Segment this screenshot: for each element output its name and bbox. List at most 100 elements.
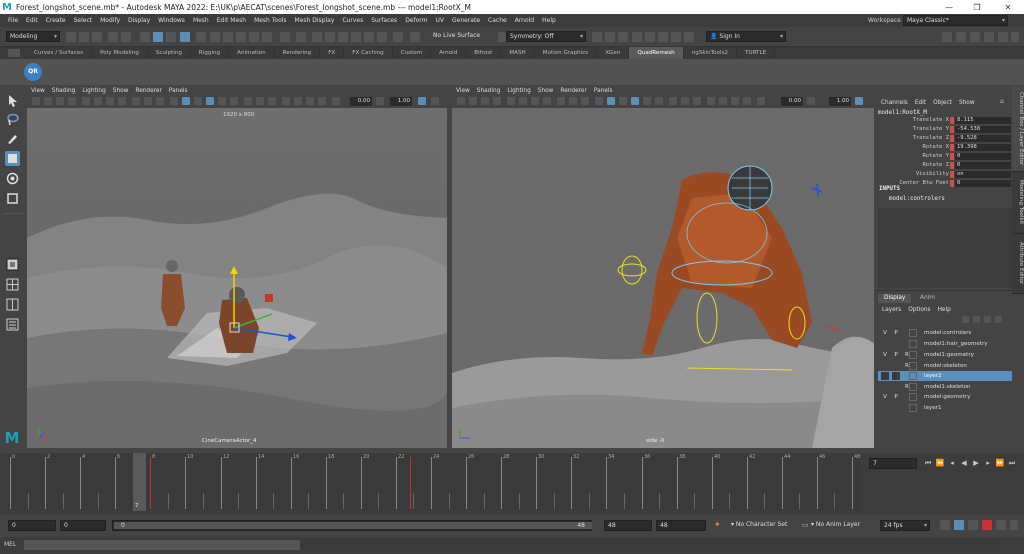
left-viewport[interactable]: 1920 x 800 CineCameraActor_4 [27,108,447,448]
maximize-button[interactable]: ❐ [962,0,992,14]
sign-in-dropdown[interactable]: 👤 Sign In ▾ [706,31,786,42]
menu-mesh-display[interactable]: Mesh Display [295,17,335,24]
toggle-channel-icon[interactable] [645,32,655,42]
right-vp-menu-show[interactable]: Show [538,88,554,94]
magnet-icon[interactable] [393,32,403,42]
textured-icon[interactable] [206,97,214,105]
playback-toggle[interactable] [892,383,900,391]
step-forward-frame-icon[interactable]: ▸ [983,458,993,468]
menu-uv[interactable]: UV [436,17,445,24]
safe-title-icon[interactable] [156,97,164,105]
attr-value[interactable]: 0 [955,162,1011,169]
left-vp-menu-view[interactable]: View [31,88,45,94]
toggle-hypergraph-icon[interactable] [684,32,694,42]
channels-edit-menu[interactable]: Edit [915,100,926,106]
fps-dropdown[interactable]: 24 fps ▾ [880,520,930,531]
shelf-tab-rigging[interactable]: Rigging [191,47,230,59]
menu-edit-mesh[interactable]: Edit Mesh [217,17,246,24]
textured-icon[interactable] [631,97,639,105]
current-time-indicator[interactable]: 7 [133,453,146,511]
pick-mask-icon[interactable] [196,32,206,42]
help-menu[interactable]: Help [938,307,951,313]
ambient-occlusion-icon[interactable] [244,97,252,105]
select-component-icon[interactable] [166,32,176,42]
isolate-select-icon[interactable] [707,97,715,105]
playback-start-field[interactable]: 0 [60,520,106,531]
playback-toggle[interactable] [892,340,900,348]
menu-create[interactable]: Create [46,17,66,24]
lights-icon[interactable] [643,97,651,105]
xray-components-icon[interactable] [318,97,326,105]
attr-translate-z[interactable]: Translate Z -9.528 [878,135,1013,143]
shelf-tab-mash[interactable]: MASH [501,47,535,59]
layer-color-swatch[interactable] [909,393,917,401]
move-tool-icon[interactable] [5,151,20,166]
toggle-outliner-icon[interactable] [671,32,681,42]
select-hierarchy-icon[interactable] [140,32,150,42]
snap-view-plane-icon[interactable] [249,32,259,42]
modeling-toggle-icon[interactable] [1011,32,1019,42]
resolution-gate-icon[interactable] [531,97,539,105]
visibility-toggle[interactable] [881,340,889,348]
safe-action-icon[interactable] [569,97,577,105]
layer-row[interactable]: Rmodel:skeleton [878,361,1012,371]
safe-action-icon[interactable] [144,97,152,105]
grid-icon[interactable] [507,97,515,105]
shelf-tab-bifrost[interactable]: Bifrost [466,47,502,59]
symmetry-dropdown[interactable]: Symmetry: Off ▾ [506,31,586,42]
layer-color-swatch[interactable] [909,362,917,370]
play-backwards-icon[interactable]: ◀ [959,458,969,468]
shadows-icon[interactable] [230,97,238,105]
shelf-tab-poly-modeling[interactable]: Poly Modeling [92,47,148,59]
attr-rotate-y[interactable]: Rotate Y 0 [878,153,1013,161]
playback-toggle[interactable] [892,404,900,412]
shelf-tab-sculpting[interactable]: Sculpting [148,47,191,59]
wireframe-icon[interactable] [170,97,178,105]
lasso-tool-icon[interactable] [5,112,20,127]
render-view-icon[interactable] [364,32,374,42]
default-material-icon[interactable] [619,97,627,105]
layer-color-swatch[interactable] [909,372,917,380]
visibility-toggle[interactable]: V [881,351,889,359]
new-layer-icon[interactable] [984,316,991,323]
menu-arnold[interactable]: Arnold [515,17,534,24]
ambient-occlusion-icon[interactable] [669,97,677,105]
gamma-icon[interactable] [376,97,384,105]
shelf-tab-arnold[interactable]: Arnold [431,47,467,59]
layer-row[interactable]: V Pmodel:geometry [878,392,1012,402]
left-vp-menu-show[interactable]: Show [113,88,129,94]
playback-toggle[interactable]: P [892,393,900,401]
play-forwards-icon[interactable]: ▶ [971,458,981,468]
anim-layer-dropdown[interactable]: ▾ No Anim Layer [808,520,878,531]
xray-joints-icon[interactable] [306,97,314,105]
channels-menu[interactable]: Channels [881,100,908,106]
shelf-tab-ngskintools2[interactable]: ngSkinTools2 [684,47,738,59]
paint-select-icon[interactable] [5,131,20,146]
lights-icon[interactable] [218,97,226,105]
shelf-tab-fx[interactable]: FX [320,47,345,59]
visibility-toggle[interactable] [881,404,889,412]
layer-row[interactable]: Rmodel1:skeleton [878,382,1012,392]
layer-row[interactable]: layer1 [878,403,1012,413]
visibility-toggle[interactable] [881,372,889,380]
animation-end-field[interactable]: 48 [656,520,706,531]
menu-cache[interactable]: Cache [488,17,507,24]
single-view-layout-icon[interactable] [5,257,20,272]
shelf-tab-turtle[interactable]: TURTLE [737,47,776,59]
toggle-modeling-toolkit-icon[interactable] [658,32,668,42]
xray-components-icon[interactable] [743,97,751,105]
left-gamma-field[interactable]: 1.00 [390,97,412,106]
attr-rotate-z[interactable]: Rotate Z 0 [878,162,1013,170]
image-plane-icon[interactable] [493,97,501,105]
anti-aliasing-icon[interactable] [268,97,276,105]
menu-mesh[interactable]: Mesh [193,17,209,24]
attr-value[interactable]: 0 [955,180,1011,187]
tab-anim[interactable]: Anim [914,294,941,303]
color-management-icon[interactable] [855,97,863,105]
right-exposure-field[interactable]: 0.00 [781,97,803,106]
layer-down-icon[interactable] [973,316,980,323]
menu-edit[interactable]: Edit [26,17,38,24]
hud-icon[interactable] [431,97,439,105]
new-layer-selected-icon[interactable] [995,316,1002,323]
shelf-tab-motion-graphics[interactable]: Motion Graphics [535,47,598,59]
